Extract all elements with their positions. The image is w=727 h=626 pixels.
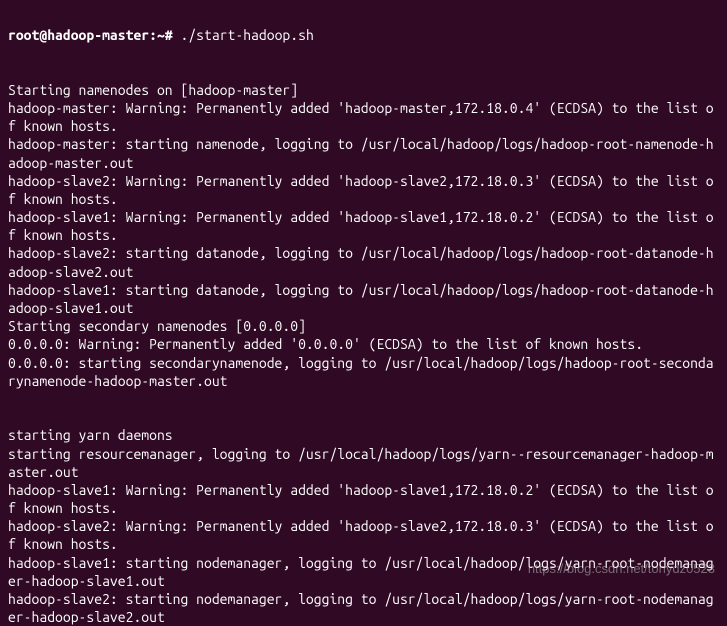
output-line: hadoop-slave2: Warning: Permanently adde… (8, 173, 714, 207)
prompt-user: root@hadoop-master (8, 27, 149, 43)
output-line: hadoop-slave2: Warning: Permanently adde… (8, 518, 714, 552)
output-line: hadoop-master: starting namenode, loggin… (8, 136, 714, 170)
prompt-path: ~ (157, 27, 165, 43)
output-line: 0.0.0.0: starting secondarynamenode, log… (8, 355, 714, 389)
shell-prompt: root@hadoop-master:~# (8, 27, 173, 43)
output-line: hadoop-slave2: starting nodemanager, log… (8, 591, 714, 625)
output-line: Starting secondary namenodes [0.0.0.0] (8, 318, 306, 334)
output-line: hadoop-slave1: starting datanode, loggin… (8, 282, 714, 316)
command-text: ./start-hadoop.sh (181, 27, 314, 43)
terminal-output[interactable]: root@hadoop-master:~# ./start-hadoop.sh … (8, 8, 719, 626)
output-line: hadoop-slave2: starting datanode, loggin… (8, 245, 714, 279)
watermark-text: https://blog.csdn.net/tonydz0523 (528, 561, 715, 578)
output-line: hadoop-slave1: Warning: Permanently adde… (8, 482, 714, 516)
output-line: hadoop-master: Warning: Permanently adde… (8, 100, 714, 134)
output-line: starting resourcemanager, logging to /us… (8, 446, 714, 480)
output-line: hadoop-slave1: Warning: Permanently adde… (8, 209, 714, 243)
output-line: starting yarn daemons (8, 427, 173, 443)
prompt-symbol: # (165, 27, 173, 43)
output-line: 0.0.0.0: Warning: Permanently added '0.0… (8, 336, 643, 352)
output-line: Starting namenodes on [hadoop-master] (8, 82, 298, 98)
